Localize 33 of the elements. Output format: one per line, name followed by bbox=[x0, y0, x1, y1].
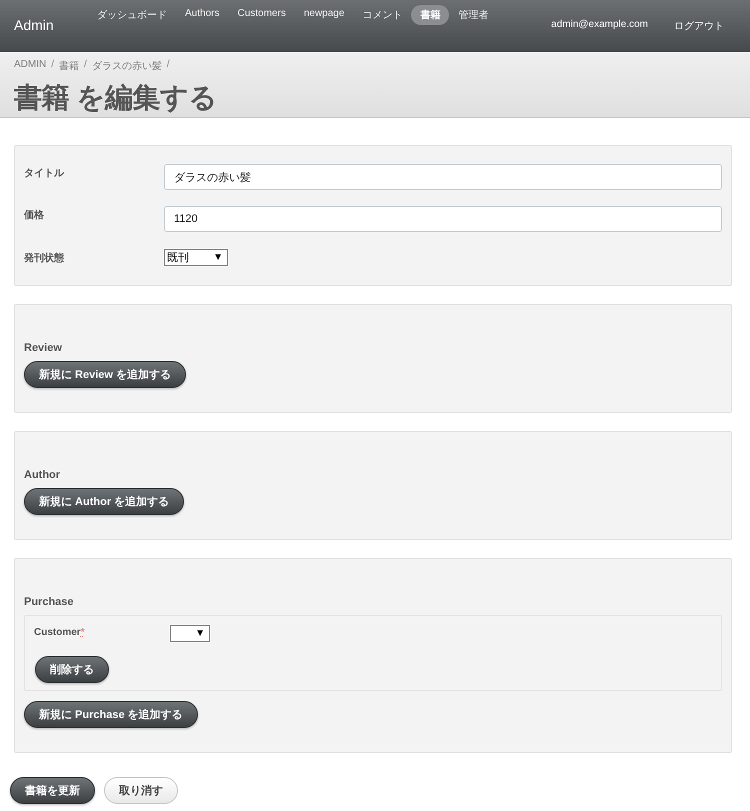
breadcrumb-link[interactable]: ADMIN bbox=[14, 59, 46, 73]
cancel-button[interactable]: 取り消す bbox=[104, 777, 178, 804]
logout-link[interactable]: ログアウト bbox=[674, 19, 724, 33]
nav-link[interactable]: 管理者 bbox=[449, 5, 498, 25]
brand-title[interactable]: Admin bbox=[14, 17, 88, 33]
section-title: Author bbox=[24, 469, 62, 481]
add-button[interactable]: 新規に Author を追加する bbox=[24, 488, 184, 515]
field-label: タイトル bbox=[24, 167, 66, 180]
page-title: 書籍 を編集する bbox=[14, 81, 218, 115]
nav-link[interactable]: ダッシュボード bbox=[88, 5, 176, 25]
breadcrumb-separator: / bbox=[166, 59, 170, 72]
input-field[interactable]: 1120 bbox=[164, 206, 722, 232]
section-title: Review bbox=[24, 342, 63, 354]
submit-button[interactable]: 書籍を更新 bbox=[10, 777, 95, 804]
delete-button[interactable]: 削除する bbox=[35, 656, 109, 683]
nav-link[interactable]: Customers bbox=[228, 5, 295, 25]
nav-link[interactable]: Authors bbox=[176, 5, 228, 25]
section-title: Purchase bbox=[24, 596, 75, 608]
breadcrumb-link[interactable]: 書籍 bbox=[59, 59, 80, 73]
field-label: 発刊状態 bbox=[24, 252, 65, 265]
dropdown[interactable]: 既刊 ▼ bbox=[164, 249, 228, 266]
breadcrumb-link[interactable]: ダラスの赤い髪 bbox=[92, 59, 162, 73]
dropdown[interactable]: ▼ bbox=[170, 625, 210, 642]
field-label: Customer* bbox=[34, 626, 86, 638]
add-button[interactable]: 新規に Purchase を追加する bbox=[24, 701, 198, 728]
input-field[interactable]: ダラスの赤い髪 bbox=[164, 164, 722, 190]
field-label: 価格 bbox=[24, 208, 45, 222]
user-email[interactable]: admin@example.com bbox=[551, 19, 648, 33]
nav-link[interactable]: コメント bbox=[353, 5, 412, 25]
nav-link[interactable]: newpage bbox=[294, 5, 354, 25]
breadcrumb-separator: / bbox=[84, 59, 87, 72]
add-button[interactable]: 新規に Review を追加する bbox=[24, 361, 186, 388]
breadcrumb-separator: / bbox=[51, 59, 54, 72]
